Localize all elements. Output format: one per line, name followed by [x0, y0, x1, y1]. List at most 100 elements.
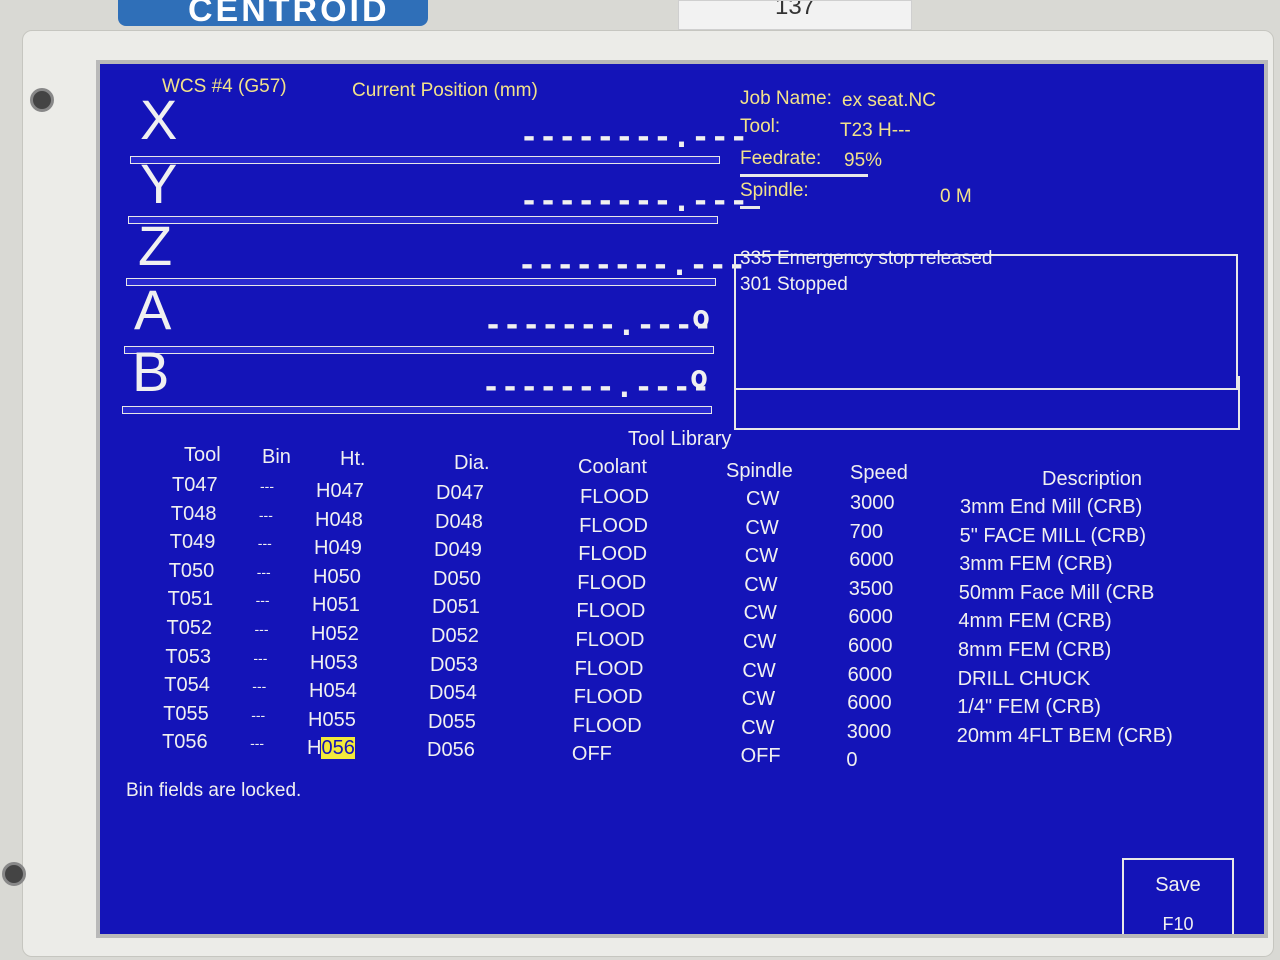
- axis-b-value: -------.----: [482, 370, 711, 405]
- cell-description[interactable]: 50mm Face Mill (CRB: [959, 582, 1155, 605]
- cell-diameter-offset[interactable]: D055: [428, 711, 476, 734]
- cell-spindle-direction[interactable]: OFF: [741, 745, 781, 768]
- col-header-coolant: Coolant: [578, 456, 647, 478]
- position-title: Current Position (mm): [352, 80, 538, 101]
- cell-coolant[interactable]: FLOOD: [576, 629, 645, 652]
- cell-bin[interactable]: ---: [260, 478, 274, 494]
- screw-icon: [2, 862, 26, 886]
- cell-diameter-offset[interactable]: D054: [429, 682, 477, 705]
- cell-diameter-offset[interactable]: D052: [431, 625, 479, 648]
- tool-library-title: Tool Library: [628, 428, 732, 450]
- cell-height-offset[interactable]: H048: [315, 509, 363, 532]
- axis-x-value: --------.---: [520, 120, 749, 155]
- cell-bin[interactable]: ---: [257, 564, 271, 580]
- cell-diameter-offset[interactable]: D050: [433, 568, 481, 591]
- cell-bin[interactable]: ---: [253, 650, 267, 666]
- degree-icon: o: [692, 300, 712, 335]
- cell-bin[interactable]: ---: [256, 592, 270, 608]
- cell-tool-number[interactable]: T049: [170, 531, 216, 554]
- cell-description[interactable]: DRILL CHUCK: [958, 668, 1091, 691]
- cell-diameter-offset[interactable]: D051: [432, 596, 480, 619]
- cell-coolant[interactable]: FLOOD: [580, 486, 649, 509]
- cell-spindle-direction[interactable]: CW: [745, 517, 778, 540]
- cell-height-offset[interactable]: H052: [311, 623, 359, 646]
- asset-tag: 137: [678, 0, 912, 30]
- cell-spindle-direction[interactable]: CW: [743, 631, 776, 654]
- cell-description[interactable]: 1/4" FEM (CRB): [957, 696, 1101, 719]
- axis-y-value: --------.---: [520, 184, 749, 219]
- cell-height-offset[interactable]: H054: [309, 680, 357, 703]
- message-line: 301 Stopped: [740, 274, 848, 295]
- job-name-value: ex seat.NC: [842, 90, 936, 111]
- cell-speed[interactable]: 700: [850, 521, 883, 544]
- cell-tool-number[interactable]: T055: [163, 703, 209, 726]
- cell-speed[interactable]: 0: [846, 749, 857, 772]
- cell-speed[interactable]: 3000: [850, 492, 895, 515]
- col-header-tool: Tool: [184, 444, 221, 466]
- cell-tool-number[interactable]: T053: [165, 646, 211, 669]
- cell-diameter-offset[interactable]: D053: [430, 654, 478, 677]
- cell-spindle-direction[interactable]: CW: [745, 545, 778, 568]
- cell-spindle-direction[interactable]: CW: [746, 488, 779, 511]
- cell-spindle-direction[interactable]: CW: [744, 574, 777, 597]
- axis-x-bar: [130, 156, 720, 164]
- cell-diameter-offset[interactable]: D056: [427, 739, 475, 762]
- cell-bin[interactable]: ---: [250, 735, 264, 751]
- cell-height-offset[interactable]: H047: [316, 480, 364, 503]
- save-button-label: Save: [1155, 874, 1201, 896]
- cell-diameter-offset[interactable]: D049: [434, 539, 482, 562]
- col-header-speed: Speed: [850, 462, 908, 484]
- cell-description[interactable]: 20mm 4FLT BEM (CRB): [957, 725, 1173, 748]
- cell-coolant[interactable]: FLOOD: [577, 572, 646, 595]
- cell-description[interactable]: 3mm End Mill (CRB): [960, 496, 1142, 519]
- cell-description[interactable]: 8mm FEM (CRB): [958, 639, 1111, 662]
- cell-description[interactable]: 4mm FEM (CRB): [958, 610, 1111, 633]
- degree-icon: o: [690, 360, 710, 395]
- cell-tool-number[interactable]: T051: [168, 588, 214, 611]
- cell-height-offset[interactable]: H051: [312, 594, 360, 617]
- axis-z-letter: Z: [138, 214, 173, 277]
- cell-tool-number[interactable]: T054: [164, 674, 210, 697]
- cell-speed[interactable]: 6000: [849, 549, 894, 572]
- cell-height-offset[interactable]: H056: [307, 737, 355, 760]
- cell-tool-number[interactable]: T050: [169, 560, 215, 583]
- cell-coolant[interactable]: FLOOD: [575, 658, 644, 681]
- col-header-bin: Bin: [262, 446, 291, 468]
- cell-speed[interactable]: 6000: [848, 635, 893, 658]
- cell-coolant[interactable]: OFF: [572, 743, 612, 766]
- cell-speed[interactable]: 6000: [847, 692, 892, 715]
- cell-bin[interactable]: ---: [258, 535, 272, 551]
- cell-spindle-direction[interactable]: CW: [742, 688, 775, 711]
- cell-height-offset[interactable]: H050: [313, 566, 361, 589]
- cell-tool-number[interactable]: T047: [172, 474, 218, 497]
- cell-diameter-offset[interactable]: D048: [435, 511, 483, 534]
- cell-speed[interactable]: 3500: [849, 578, 894, 601]
- cell-speed[interactable]: 6000: [848, 606, 893, 629]
- cell-bin[interactable]: ---: [255, 621, 269, 637]
- cell-spindle-direction[interactable]: CW: [742, 660, 775, 683]
- editing-cursor-field[interactable]: 056: [321, 737, 355, 760]
- cell-height-offset[interactable]: H053: [310, 652, 358, 675]
- save-button[interactable]: Save F10: [1122, 858, 1234, 934]
- cell-bin[interactable]: ---: [252, 678, 266, 694]
- cell-description[interactable]: 5" FACE MILL (CRB): [960, 525, 1146, 548]
- cell-height-offset[interactable]: H055: [308, 709, 356, 732]
- cell-coolant[interactable]: FLOOD: [578, 543, 647, 566]
- cell-spindle-direction[interactable]: CW: [744, 602, 777, 625]
- cell-tool-number[interactable]: T052: [167, 617, 213, 640]
- job-name-label: Job Name:: [740, 88, 832, 109]
- cell-description[interactable]: 3mm FEM (CRB): [959, 553, 1112, 576]
- cell-coolant[interactable]: FLOOD: [573, 715, 642, 738]
- cell-coolant[interactable]: FLOOD: [574, 686, 643, 709]
- cell-height-offset[interactable]: H049: [314, 537, 362, 560]
- cell-coolant[interactable]: FLOOD: [576, 600, 645, 623]
- cell-speed[interactable]: 6000: [848, 664, 893, 687]
- cell-tool-number[interactable]: T048: [171, 503, 217, 526]
- cell-bin[interactable]: ---: [251, 707, 265, 723]
- cell-coolant[interactable]: FLOOD: [579, 515, 648, 538]
- cell-tool-number[interactable]: T056: [162, 731, 208, 754]
- cell-bin[interactable]: ---: [259, 507, 273, 523]
- cell-spindle-direction[interactable]: CW: [741, 717, 774, 740]
- cell-diameter-offset[interactable]: D047: [436, 482, 484, 505]
- cell-speed[interactable]: 3000: [847, 721, 892, 744]
